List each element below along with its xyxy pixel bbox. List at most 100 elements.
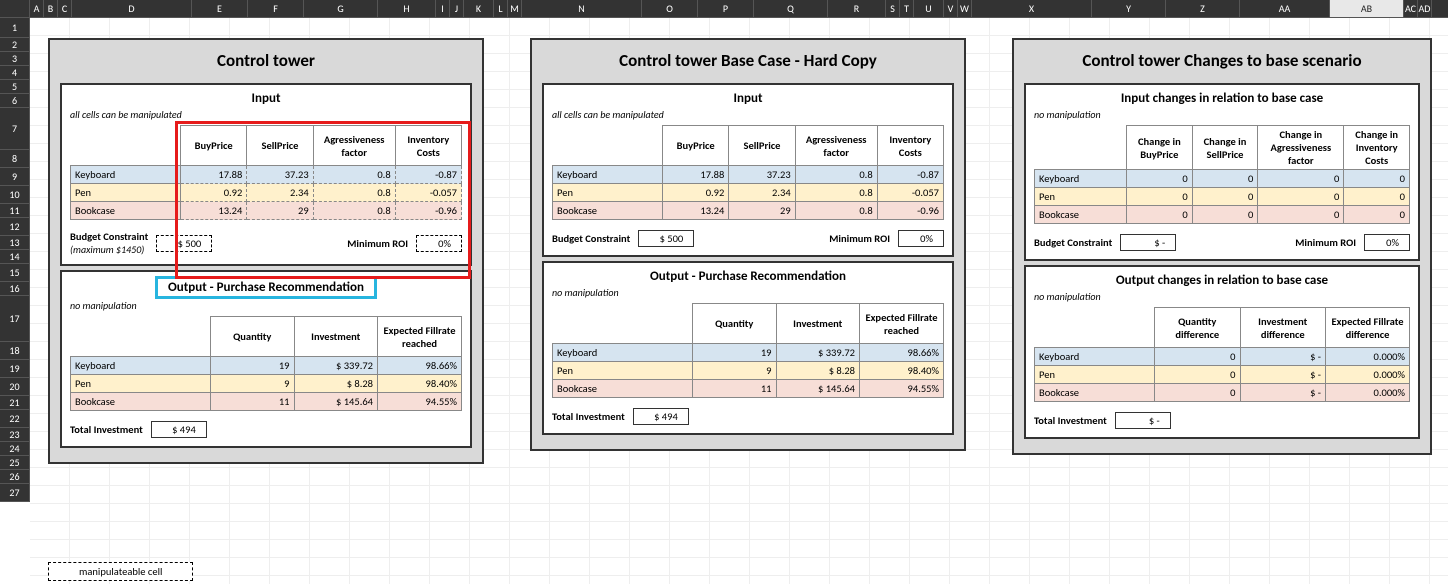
col-header-S[interactable]: S	[886, 0, 900, 17]
col-header-cell: Quantity difference	[1155, 308, 1241, 348]
col-header-V[interactable]: V	[944, 0, 958, 17]
col-header-AC[interactable]: AC	[1404, 0, 1418, 17]
row-header-23[interactable]: 23	[0, 428, 30, 442]
col-header-X[interactable]: X	[972, 0, 1092, 17]
card-input-2: Input all cells can be manipulated BuyPr…	[542, 83, 954, 257]
col-header-K[interactable]: K	[464, 0, 494, 17]
row-header-7[interactable]: 7	[0, 108, 30, 150]
row-header-26[interactable]: 26	[0, 470, 30, 484]
col-header-Z[interactable]: Z	[1166, 0, 1240, 17]
panel-changes: Control tower Changes to base scenario I…	[1012, 38, 1432, 455]
col-header-C[interactable]: C	[58, 0, 72, 17]
col-header-cell	[71, 126, 181, 166]
col-header-J[interactable]: J	[450, 0, 464, 17]
data-cell: 0.8	[795, 202, 877, 220]
row-header-16[interactable]: 16	[0, 282, 30, 296]
data-cell: $ 145.64	[776, 380, 860, 398]
card-input-3: Input changes in relation to base case n…	[1024, 83, 1420, 261]
col-header-Q[interactable]: Q	[754, 0, 828, 17]
data-cell: 19	[693, 344, 777, 362]
data-cell[interactable]: 17.88	[181, 166, 247, 184]
input-note: no manipulation	[1034, 108, 1410, 123]
row-header-3[interactable]: 3	[0, 52, 30, 66]
data-cell: 0	[1192, 206, 1258, 224]
row-header-2[interactable]: 2	[0, 38, 30, 52]
col-header-I[interactable]: I	[436, 0, 450, 17]
col-header-L[interactable]: L	[494, 0, 508, 17]
col-header-cell	[553, 304, 693, 344]
row-header-10[interactable]: 10	[0, 186, 30, 204]
data-cell: 11	[693, 380, 777, 398]
col-header-N[interactable]: N	[522, 0, 642, 17]
col-header-B[interactable]: B	[44, 0, 58, 17]
column-headers[interactable]: ABCDEFGHIJKLMNOPQRSTUVWXYZAAABACAD	[30, 0, 1448, 18]
col-header-AD[interactable]: AD	[1418, 0, 1432, 17]
col-header-T[interactable]: T	[900, 0, 914, 17]
col-header-R[interactable]: R	[828, 0, 886, 17]
data-cell[interactable]: 13.24	[181, 202, 247, 220]
data-cell: 13.24	[663, 202, 729, 220]
row-header-20[interactable]: 20	[0, 378, 30, 396]
data-cell[interactable]: -0.057	[395, 184, 461, 202]
row-header-24[interactable]: 24	[0, 442, 30, 456]
data-cell: 17.88	[663, 166, 729, 184]
data-cell: 37.23	[729, 166, 795, 184]
data-cell[interactable]: 37.23	[247, 166, 313, 184]
row-header-4[interactable]: 4	[0, 66, 30, 80]
select-all-corner[interactable]	[0, 0, 30, 18]
data-cell[interactable]: 29	[247, 202, 313, 220]
col-header-W[interactable]: W	[958, 0, 972, 17]
panel-title: Control tower	[60, 46, 472, 79]
row-header-6[interactable]: 6	[0, 94, 30, 108]
col-header-AA[interactable]: AA	[1240, 0, 1330, 17]
row-header-27[interactable]: 27	[0, 484, 30, 502]
col-header-A[interactable]: A	[30, 0, 44, 17]
row-header-11[interactable]: 11	[0, 204, 30, 218]
data-cell[interactable]: 0.8	[313, 166, 395, 184]
col-header-E[interactable]: E	[192, 0, 248, 17]
col-header-U[interactable]: U	[914, 0, 944, 17]
data-cell: 0.8	[795, 166, 877, 184]
row-header-17[interactable]: 17	[0, 296, 30, 342]
col-header-H[interactable]: H	[378, 0, 436, 17]
row-header-19[interactable]: 19	[0, 360, 30, 378]
col-header-cell: Agressiveness factor	[313, 126, 395, 166]
data-cell: $ -	[1240, 366, 1326, 384]
col-header-P[interactable]: P	[698, 0, 754, 17]
col-header-G[interactable]: G	[304, 0, 378, 17]
data-cell[interactable]: 0.8	[313, 202, 395, 220]
row-header-25[interactable]: 25	[0, 456, 30, 470]
data-cell[interactable]: -0.87	[395, 166, 461, 184]
row-headers[interactable]: 1234567891011121314151617181920212223242…	[0, 18, 30, 502]
row-header-14[interactable]: 14	[0, 250, 30, 264]
col-header-AB[interactable]: AB	[1330, 0, 1404, 17]
col-header-Y[interactable]: Y	[1092, 0, 1166, 17]
data-cell: 0.000%	[1326, 384, 1410, 402]
roi-label: Minimum ROI	[829, 232, 890, 245]
row-header-22[interactable]: 22	[0, 410, 30, 428]
data-cell[interactable]: 0.8	[313, 184, 395, 202]
row-header-18[interactable]: 18	[0, 342, 30, 360]
col-header-M[interactable]: M	[508, 0, 522, 17]
roi-value-1[interactable]: 0%	[416, 235, 462, 252]
budget-value-3: $ -	[1120, 234, 1176, 251]
row-header-13[interactable]: 13	[0, 236, 30, 250]
col-header-O[interactable]: O	[642, 0, 698, 17]
total-label: Total Investment	[70, 423, 143, 436]
row-header-5[interactable]: 5	[0, 80, 30, 94]
row-header-1[interactable]: 1	[0, 18, 30, 38]
cell-grid[interactable]: Control tower Input all cells can be man…	[30, 18, 1448, 584]
data-cell[interactable]: -0.96	[395, 202, 461, 220]
roi-label: Minimum ROI	[347, 237, 408, 250]
budget-value-1[interactable]: $ 500	[156, 235, 212, 252]
data-cell[interactable]: 0.92	[181, 184, 247, 202]
data-cell[interactable]: 2.34	[247, 184, 313, 202]
row-header-8[interactable]: 8	[0, 150, 30, 168]
col-header-D[interactable]: D	[72, 0, 192, 17]
row-header-15[interactable]: 15	[0, 264, 30, 282]
data-cell: 0	[1258, 188, 1344, 206]
col-header-F[interactable]: F	[248, 0, 304, 17]
row-header-12[interactable]: 12	[0, 218, 30, 236]
row-header-21[interactable]: 21	[0, 396, 30, 410]
row-header-9[interactable]: 9	[0, 168, 30, 186]
